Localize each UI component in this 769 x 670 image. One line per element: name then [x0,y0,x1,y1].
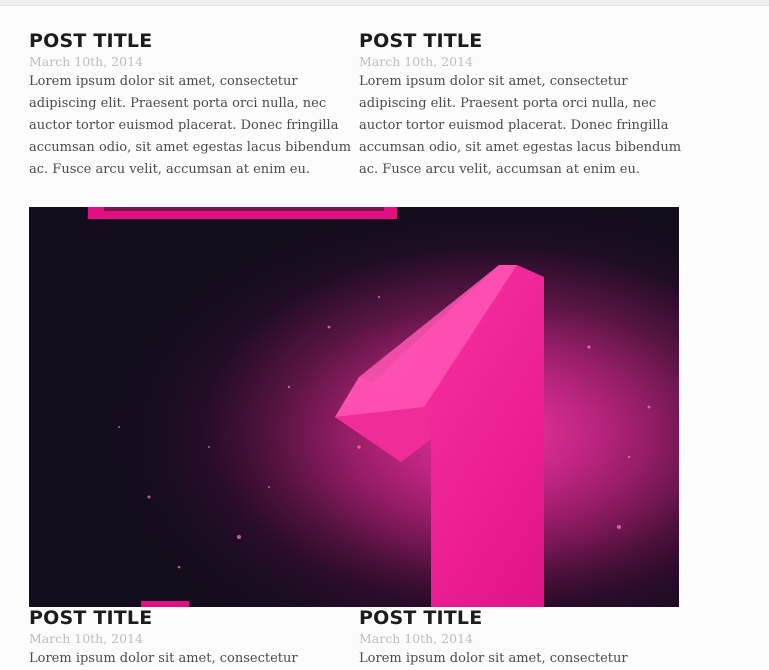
post-excerpt: Lorem ipsum dolor sit amet, consectetur [359,651,628,666]
post-title[interactable]: POST TITLE [29,29,359,53]
post-date: March 10th, 2014 [29,631,143,646]
image-title-text [104,207,384,211]
top-divider [0,0,769,6]
post-card: POST TITLE March 10th, 2014 Lorem ipsum … [359,29,689,181]
post-excerpt: Lorem ipsum dolor sit amet, consectetur [29,651,298,666]
post-title[interactable]: POST TITLE [359,606,689,630]
glowing-number-one-graphic [29,207,679,607]
post-date: March 10th, 2014 [29,54,143,69]
post-title[interactable]: POST TITLE [29,606,359,630]
post-card: POST TITLE March 10th, 2014 Lorem ipsum … [359,606,689,670]
post-excerpt: Lorem ipsum dolor sit amet, consectetur … [29,74,352,177]
post-date: March 10th, 2014 [359,631,473,646]
post-date: March 10th, 2014 [359,54,473,69]
post-card: POST TITLE March 10th, 2014 Lorem ipsum … [29,29,359,181]
post-card: POST TITLE March 10th, 2014 Lorem ipsum … [29,606,359,670]
featured-image[interactable] [29,207,679,607]
post-excerpt: Lorem ipsum dolor sit amet, consectetur … [359,74,682,177]
post-title[interactable]: POST TITLE [359,29,689,53]
